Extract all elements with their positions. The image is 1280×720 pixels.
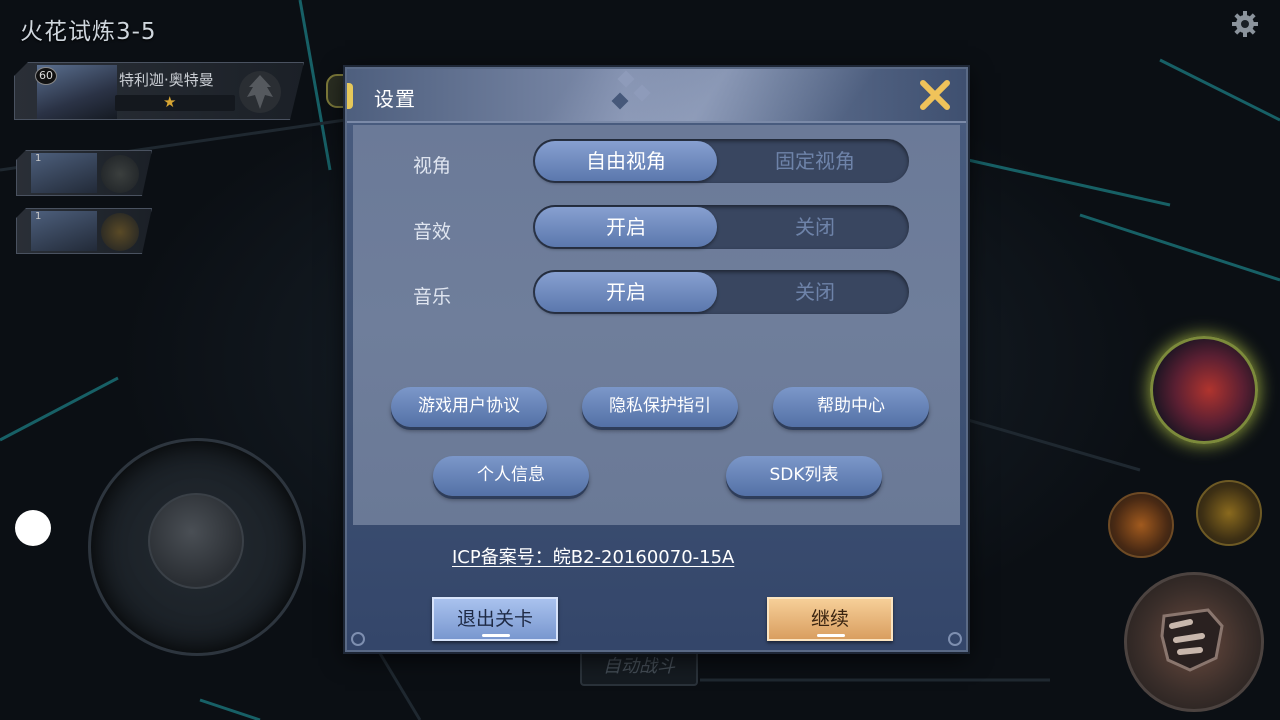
- dialog-header: 设置: [347, 69, 966, 123]
- exit-stage-label: 退出关卡: [456, 608, 533, 630]
- free-camera-option[interactable]: 自由视角: [535, 141, 717, 181]
- close-icon[interactable]: [917, 77, 953, 113]
- auto-battle-button[interactable]: 自动战斗: [580, 648, 698, 686]
- dialog-title: 设置: [374, 87, 416, 111]
- team-card[interactable]: 1: [16, 208, 152, 254]
- continue-button[interactable]: 继续: [767, 597, 893, 641]
- team-level: 1: [35, 211, 42, 222]
- sdk-list-button[interactable]: SDK列表: [726, 456, 882, 496]
- continue-label: 继续: [810, 608, 849, 630]
- header-accent: [347, 83, 353, 109]
- button-underline: [817, 634, 845, 637]
- team-emblem-icon: [101, 213, 139, 251]
- star-icon: ★: [163, 93, 177, 111]
- sound-effects-label: 音效: [413, 221, 452, 243]
- hero-emblem-icon: [237, 69, 283, 115]
- joystick-knob[interactable]: [148, 493, 244, 589]
- exit-stage-button[interactable]: 退出关卡: [432, 597, 558, 641]
- gear-icon[interactable]: [1230, 9, 1260, 39]
- team-level: 1: [35, 153, 42, 164]
- corner-ornament: [351, 632, 365, 646]
- team-emblem-icon: [101, 155, 139, 193]
- corner-ornament: [948, 632, 962, 646]
- fixed-camera-option[interactable]: 固定视角: [723, 139, 907, 183]
- stage-title: 火花试炼3-5: [20, 19, 157, 45]
- sound-effects-off-option[interactable]: 关闭: [723, 205, 907, 249]
- hero-card[interactable]: 60 特利迦·奥特曼 ★: [14, 62, 304, 120]
- ultimate-skill-button[interactable]: [1150, 336, 1258, 444]
- music-label: 音乐: [413, 286, 452, 308]
- privacy-guide-button[interactable]: 隐私保护指引: [582, 387, 738, 427]
- settings-dialog: 设置 视角 自由视角 固定视角 音效 开启 关闭 音乐 开启 关闭 游戏用户协议…: [345, 67, 968, 652]
- sound-effects-on-option[interactable]: 开启: [535, 207, 717, 247]
- button-underline: [482, 634, 510, 637]
- user-agreement-button[interactable]: 游戏用户协议: [391, 387, 547, 427]
- hero-level: 60: [35, 67, 57, 85]
- icp-license-link[interactable]: ICP备案号：皖B2-20160070-15A: [452, 543, 734, 569]
- touch-indicator: [15, 510, 51, 546]
- skill-button-1[interactable]: [1108, 492, 1174, 558]
- music-off-option[interactable]: 关闭: [723, 270, 907, 314]
- header-decoration: [611, 70, 651, 110]
- music-on-option[interactable]: 开启: [535, 272, 717, 312]
- help-center-button[interactable]: 帮助中心: [773, 387, 929, 427]
- sound-effects-toggle[interactable]: 开启 关闭: [533, 205, 909, 249]
- skill-button-2[interactable]: [1196, 480, 1262, 546]
- fist-icon: [1160, 608, 1224, 672]
- personal-info-button[interactable]: 个人信息: [433, 456, 589, 496]
- camera-toggle[interactable]: 自由视角 固定视角: [533, 139, 909, 183]
- team-card[interactable]: 1: [16, 150, 152, 196]
- hero-name: 特利迦·奥特曼: [119, 71, 214, 89]
- music-toggle[interactable]: 开启 关闭: [533, 270, 909, 314]
- settings-panel: 视角 自由视角 固定视角 音效 开启 关闭 音乐 开启 关闭 游戏用户协议 隐私…: [353, 125, 960, 525]
- camera-label: 视角: [413, 155, 452, 177]
